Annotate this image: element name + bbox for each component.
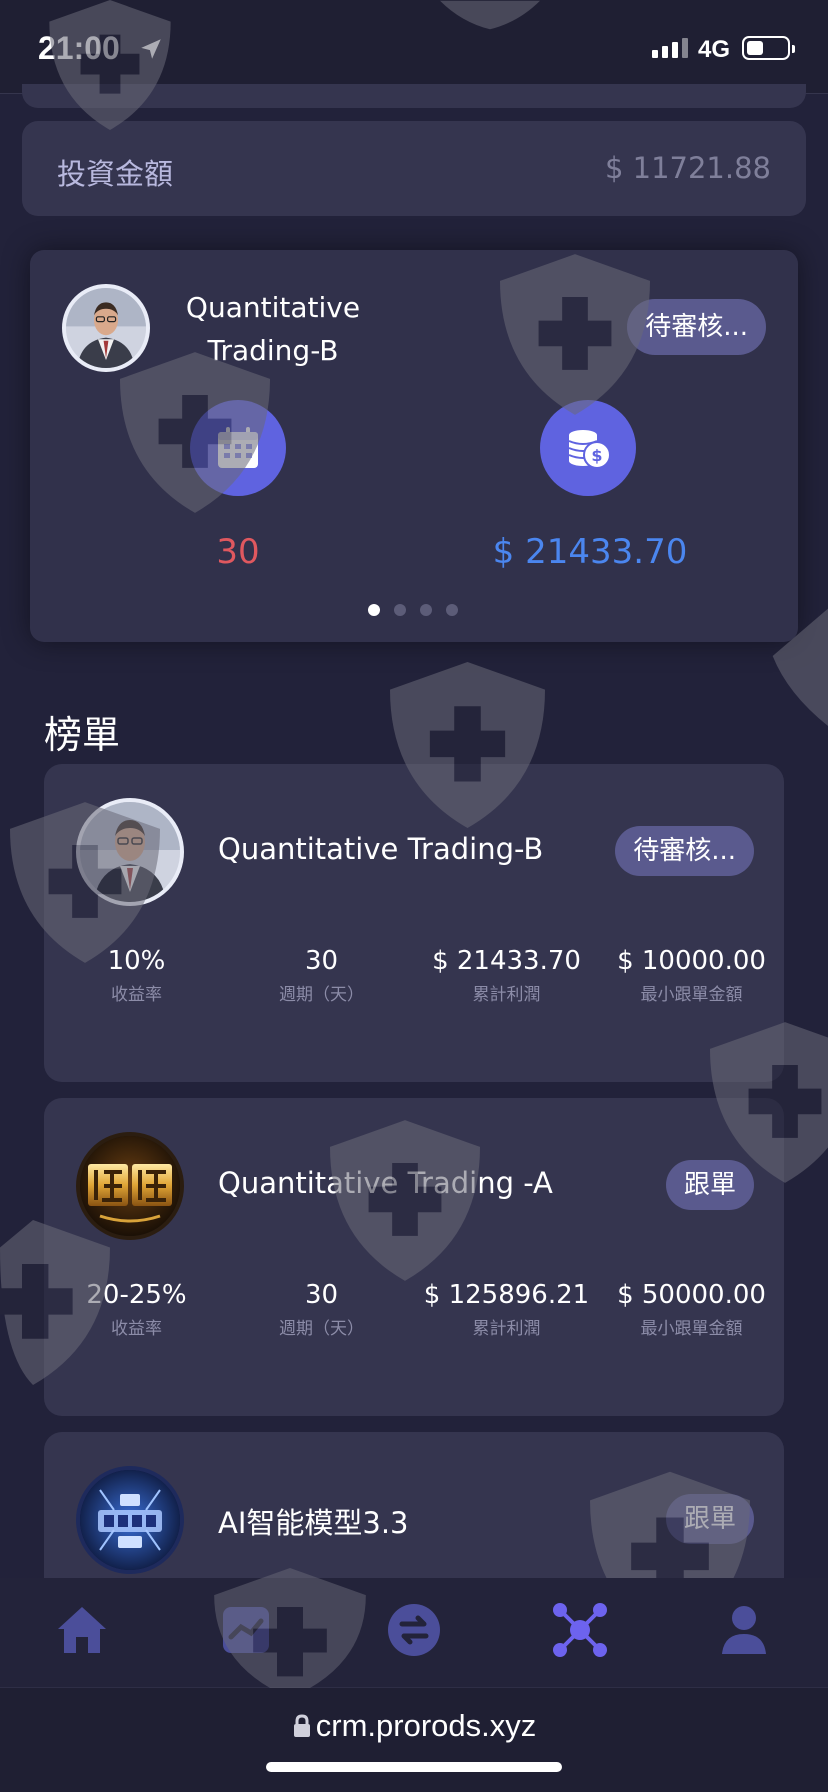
coins-icon: $ xyxy=(540,400,636,496)
url-text: crm.prorods.xyz xyxy=(315,1708,537,1743)
strategy-stats: 20-25% 收益率 30 週期（天） $ 125896.21 累計利潤 $ 5… xyxy=(44,1278,784,1339)
home-indicator[interactable] xyxy=(266,1762,562,1772)
stat-label: 收益率 xyxy=(111,985,162,1005)
investment-value: $ 11721.88 xyxy=(604,151,771,185)
chart-icon xyxy=(223,1607,269,1653)
carousel-pagination[interactable] xyxy=(368,604,458,616)
stat-label: 收益率 xyxy=(111,1319,162,1339)
exchange-icon xyxy=(388,1604,440,1656)
trader-avatar xyxy=(62,284,150,372)
home-icon xyxy=(58,1607,106,1653)
watermark-shield-icon xyxy=(49,0,171,130)
url-display[interactable]: crm.prorods.xyz xyxy=(0,1708,828,1744)
strategy-stats: 10% 收益率 30 週期（天） $ 21433.70 累計利潤 $ 10000… xyxy=(44,944,784,1005)
stat-value: 10% xyxy=(107,946,166,976)
stat-value: 20-25% xyxy=(86,1280,187,1310)
bottom-tab-bar xyxy=(0,1568,828,1698)
stat-min-amount: $ 10000.00 最小跟單金額 xyxy=(599,944,784,1005)
network-icon xyxy=(553,1603,607,1657)
investment-label: 投資金額 xyxy=(57,157,174,191)
stat-yield: 10% 收益率 xyxy=(44,944,229,1005)
stat-label: 週期（天） xyxy=(279,1319,364,1339)
stat-total-profit: $ 21433.70 累計利潤 xyxy=(414,944,599,1005)
carousel-days: 30 xyxy=(216,532,260,572)
svg-text:$: $ xyxy=(591,446,602,465)
stat-label: 週期（天） xyxy=(279,985,364,1005)
stat-period: 30 週期（天） xyxy=(229,1278,414,1339)
carousel-title-line1: Quantitative xyxy=(185,291,361,324)
stat-min-amount: $ 50000.00 最小跟單金額 xyxy=(599,1278,784,1339)
tab-profile[interactable] xyxy=(712,1598,776,1662)
stat-value: $ 21433.70 xyxy=(432,946,581,976)
stat-value: 30 xyxy=(304,1280,339,1310)
investment-card: 投資金額 $ 11721.88 xyxy=(22,121,806,216)
follow-button[interactable]: 跟單 xyxy=(665,1160,754,1210)
tab-follow[interactable] xyxy=(548,1598,612,1662)
leaderboard-title: 榜單 xyxy=(44,713,121,757)
page-dot[interactable] xyxy=(446,604,458,616)
stat-period: 30 週期（天） xyxy=(229,944,414,1005)
pending-review-button[interactable]: 待審核... xyxy=(627,299,766,355)
leaderboard-item[interactable]: AI智能模型3.3 跟單 xyxy=(44,1432,784,1578)
strategy-name: Quantitative Trading-B xyxy=(218,832,544,866)
lock-icon xyxy=(293,1714,310,1737)
browser-url-bar[interactable]: crm.prorods.xyz xyxy=(0,1688,828,1792)
carousel-strategy-title: Quantitative Trading-B xyxy=(180,286,366,372)
leaderboard-item[interactable]: Quantitative Trading-B 待審核... 10% 收益率 30… xyxy=(44,764,784,1082)
ai-logo-avatar xyxy=(76,1466,184,1574)
stat-label: 累計利潤 xyxy=(472,1319,541,1339)
page-dot[interactable] xyxy=(394,604,406,616)
pending-review-button[interactable]: 待審核... xyxy=(615,826,754,876)
strategy-carousel[interactable]: Quantitative Trading-B 待審核... $ 30 $ 214… xyxy=(30,250,798,642)
carousel-title-line2: Trading-B xyxy=(207,334,339,367)
stat-label: 累計利潤 xyxy=(472,985,541,1005)
stat-value: $ 10000.00 xyxy=(617,946,766,976)
gold-logo-avatar xyxy=(76,1132,184,1240)
user-icon xyxy=(722,1606,766,1654)
tab-exchange[interactable] xyxy=(382,1598,446,1662)
watermark-shield-icon xyxy=(440,0,540,30)
scroll-content[interactable]: 投資金額 $ 11721.88 Quantitative Trading-B 待… xyxy=(0,0,828,1578)
stat-value: $ 50000.00 xyxy=(617,1280,766,1310)
carousel-profit: $ 21433.70 xyxy=(492,532,688,572)
page-dot[interactable] xyxy=(368,604,380,616)
stat-label: 最小跟單金額 xyxy=(640,1319,743,1339)
follow-button[interactable]: 跟單 xyxy=(665,1494,754,1544)
tab-chart[interactable] xyxy=(214,1598,278,1662)
strategy-name: AI智能模型3.3 xyxy=(218,1506,409,1540)
trader-avatar xyxy=(76,798,184,906)
tab-home[interactable] xyxy=(50,1598,114,1662)
stat-value: 30 xyxy=(304,946,339,976)
leaderboard-item[interactable]: Quantitative Trading -A 跟單 20-25% 收益率 30… xyxy=(44,1098,784,1416)
page-dot[interactable] xyxy=(420,604,432,616)
stat-value: $ 125896.21 xyxy=(423,1280,590,1310)
calendar-icon xyxy=(190,400,286,496)
previous-card-edge xyxy=(22,84,806,108)
stat-yield: 20-25% 收益率 xyxy=(44,1278,229,1339)
stat-total-profit: $ 125896.21 累計利潤 xyxy=(414,1278,599,1339)
strategy-name: Quantitative Trading -A xyxy=(218,1166,553,1200)
stat-label: 最小跟單金額 xyxy=(640,985,743,1005)
